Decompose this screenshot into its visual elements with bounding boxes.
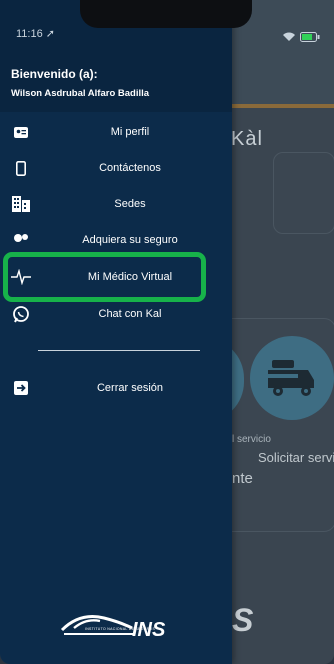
status-icons (282, 29, 320, 47)
navigation-drawer: Bienvenido (a): Wilson Asdrubal Alfaro B… (0, 0, 232, 664)
menu-item-profile[interactable]: Mi perfil (0, 116, 232, 148)
menu-item-label: Adquiera su seguro (82, 234, 178, 246)
logout-icon (11, 378, 31, 398)
wifi-icon (282, 29, 296, 47)
user-name: Wilson Asdrubal Alfaro Badilla (11, 88, 150, 99)
building-icon (11, 194, 31, 214)
ins-logo-subtitle: INSTITUTO NACIONAL DE SEGUROS (84, 627, 156, 631)
background-accent-line (231, 104, 334, 108)
whatsapp-icon (11, 304, 31, 324)
highlight-box (3, 252, 206, 302)
phone-icon (11, 158, 31, 178)
background-card (273, 152, 334, 234)
menu-item-label: Mi perfil (110, 126, 150, 138)
background-service-caption: l servicio (232, 434, 271, 445)
menu-item-label: Sedes (114, 198, 146, 210)
id-card-icon (11, 122, 31, 142)
menu-item-label: Contáctenos (99, 162, 161, 174)
background-partial-text: nte (232, 470, 253, 487)
location-arrow-icon: ➚ (45, 28, 55, 40)
tow-truck-icon (250, 336, 334, 420)
menu-item-chat[interactable]: Chat con Kal (0, 298, 232, 330)
welcome-label: Bienvenido (a): (11, 67, 98, 81)
logout-button[interactable]: Cerrar sesión (0, 372, 232, 404)
phone-screen: Kàl l servicio Solicitar servi nte S 11:… (0, 0, 334, 664)
device-notch (80, 0, 252, 28)
logout-label: Cerrar sesión (96, 382, 164, 394)
background-request-service: Solicitar servi (258, 450, 334, 465)
menu-item-label: Chat con Kal (98, 308, 162, 320)
background-brand-text: S (232, 602, 254, 638)
menu-item-contact[interactable]: Contáctenos (0, 152, 232, 184)
menu-item-branches[interactable]: Sedes (0, 188, 232, 220)
shield-person-icon (11, 230, 31, 250)
battery-icon (300, 29, 320, 47)
menu-divider (38, 350, 200, 351)
status-time: 11:16 ➚ (16, 28, 55, 40)
background-logo-text: Kàl (231, 128, 263, 150)
ins-logo: INS (60, 604, 180, 648)
